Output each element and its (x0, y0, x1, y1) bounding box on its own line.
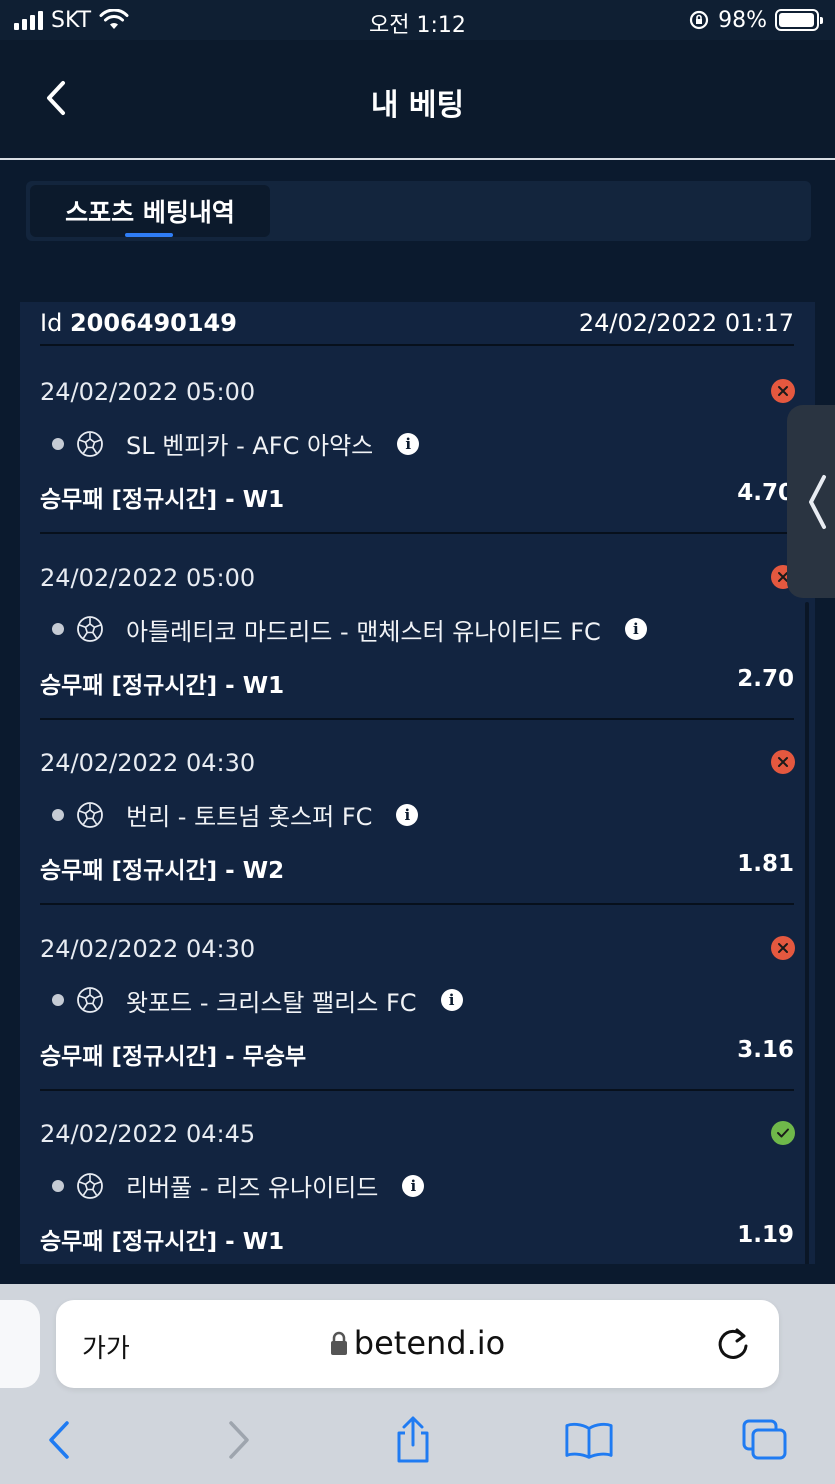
page-header: 내 베팅 (0, 40, 835, 160)
bet-placed-date: 24/02/2022 01:17 (578, 309, 794, 337)
live-dot-icon (52, 623, 64, 635)
previous-tab-peek[interactable] (0, 1300, 40, 1388)
share-icon (397, 1416, 429, 1463)
tab-label: 스포츠 베팅내역 (65, 198, 235, 227)
bet-odds: 1.19 (737, 1222, 794, 1248)
match-teams: SL 벤피카 - AFC 아약스 (126, 432, 374, 460)
carrier-group: SKT (14, 8, 129, 33)
live-dot-icon (52, 1179, 64, 1192)
bet-id-label: Id (40, 309, 63, 337)
tab-bar: 스포츠 베팅내역 (26, 181, 811, 241)
bet-market: 승무패 [정규시간] - W2 (40, 858, 285, 884)
match-line: SL 벤피카 - AFC 아약스 i (52, 426, 420, 461)
bet-odds: 3.16 (737, 1036, 794, 1063)
close-icon (778, 386, 788, 396)
bet-id-value: 2006490149 (69, 309, 237, 337)
bookmarks-button[interactable] (564, 1415, 614, 1465)
reload-icon[interactable] (713, 1324, 753, 1364)
match-line: 아틀레티코 마드리드 - 맨체스터 유나이티드 FC i (52, 612, 647, 647)
live-dot-icon (52, 994, 64, 1006)
match-time: 24/02/2022 04:30 (40, 749, 256, 777)
info-icon[interactable]: i (402, 1174, 425, 1197)
battery-percent: 98% (718, 7, 767, 33)
close-icon (778, 942, 788, 953)
bet-id: Id 2006490149 (40, 309, 237, 337)
book-icon (565, 1422, 613, 1459)
chevron-right-icon (229, 1421, 249, 1459)
soccer-ball-icon (77, 1172, 103, 1199)
info-icon[interactable]: i (397, 432, 420, 455)
url-text: betend.io (353, 1324, 506, 1362)
chevron-left-icon (49, 1421, 69, 1459)
page-title: 내 베팅 (370, 88, 465, 123)
signal-icon (14, 10, 43, 30)
browser-toolbar (0, 1409, 835, 1469)
lock-icon (330, 1331, 347, 1355)
bet-odds: 1.81 (737, 851, 794, 877)
match-time: 24/02/2022 04:30 (40, 934, 256, 963)
lost-status-icon (771, 750, 795, 774)
live-dot-icon (52, 808, 64, 821)
bet-market: 승무패 [정규시간] - W1 (40, 1229, 285, 1255)
check-icon (777, 1128, 789, 1138)
battery-group: 98% (688, 7, 823, 33)
match-line: 리버풀 - 리즈 유나이티드 i (52, 1168, 425, 1203)
bet-selection-row: 24/02/2022 04:45 리버풀 - 리즈 유나이티드 i 승무패 [정규시간… (40, 1090, 795, 1264)
soccer-ball-icon (77, 987, 103, 1013)
info-icon[interactable]: i (440, 989, 463, 1011)
soccer-ball-icon (77, 801, 103, 828)
wifi-icon (99, 9, 129, 29)
bet-selection-row: 24/02/2022 05:00 아틀레티코 마드리드 - 맨체스터 유나이티드 … (40, 534, 795, 720)
browser-forward-button[interactable] (214, 1415, 264, 1465)
close-icon (778, 757, 788, 767)
url-display[interactable]: betend.io (56, 1324, 779, 1362)
match-time: 24/02/2022 05:00 (40, 563, 256, 592)
bet-selection-row: 24/02/2022 05:00 SL 벤피카 - AFC 아약스 i 승무패 [정규… (40, 348, 795, 534)
bet-selection-row: 24/02/2022 04:30 왓포드 - 크리스탈 팰리스 FC i 승무패 [정… (40, 905, 795, 1091)
match-teams: 아틀레티코 마드리드 - 맨체스터 유나이티드 FC (126, 617, 601, 646)
tab-sports-bet-history[interactable]: 스포츠 베팅내역 (30, 185, 270, 237)
match-time: 24/02/2022 04:45 (40, 1120, 256, 1148)
info-icon[interactable]: i (396, 803, 419, 826)
battery-icon (775, 9, 823, 31)
bet-card-header: Id 2006490149 24/02/2022 01:17 (40, 302, 794, 346)
tabs-icon (742, 1419, 787, 1460)
browser-chrome: 가가 betend.io (0, 1284, 835, 1484)
match-teams: 번리 - 토트넘 홋스퍼 FC (126, 803, 373, 831)
side-panel-handle[interactable] (787, 405, 835, 598)
bet-odds: 4.70 (737, 480, 794, 506)
rotation-lock-icon (689, 10, 709, 30)
carrier-label: SKT (51, 7, 92, 33)
match-time: 24/02/2022 05:00 (40, 378, 256, 406)
bet-market: 승무패 [정규시간] - 무승부 (40, 1043, 307, 1070)
bet-selection-row: 24/02/2022 04:30 번리 - 토트넘 홋스퍼 FC i 승무패 [정규시… (40, 719, 795, 905)
scrollbar[interactable] (805, 602, 809, 1264)
bet-market: 승무패 [정규시간] - W1 (40, 672, 285, 699)
bet-market: 승무패 [정규시간] - W1 (40, 487, 285, 513)
chevron-left-icon (809, 474, 826, 529)
soccer-ball-icon (77, 616, 103, 642)
share-button[interactable] (388, 1415, 438, 1465)
lost-status-icon (771, 935, 795, 960)
browser-back-button[interactable] (34, 1415, 84, 1465)
status-bar: SKT 오전 1:12 98% (0, 0, 835, 40)
match-line: 왓포드 - 크리스탈 팰리스 FC i (52, 983, 463, 1018)
lost-status-icon (771, 379, 795, 403)
live-dot-icon (52, 437, 64, 450)
info-icon[interactable]: i (624, 618, 647, 640)
soccer-ball-icon (77, 430, 103, 457)
bet-odds: 2.70 (737, 665, 794, 692)
match-line: 번리 - 토트넘 홋스퍼 FC i (52, 797, 419, 832)
tabs-button[interactable] (740, 1415, 790, 1465)
match-teams: 왓포드 - 크리스탈 팰리스 FC (126, 988, 417, 1017)
won-status-icon (771, 1121, 795, 1145)
active-tab-indicator (125, 233, 173, 237)
bet-card[interactable]: Id 2006490149 24/02/2022 01:17 24/02/202… (20, 302, 815, 1264)
match-teams: 리버풀 - 리즈 유나이티드 (126, 1174, 379, 1202)
address-bar[interactable]: 가가 betend.io (56, 1300, 779, 1388)
